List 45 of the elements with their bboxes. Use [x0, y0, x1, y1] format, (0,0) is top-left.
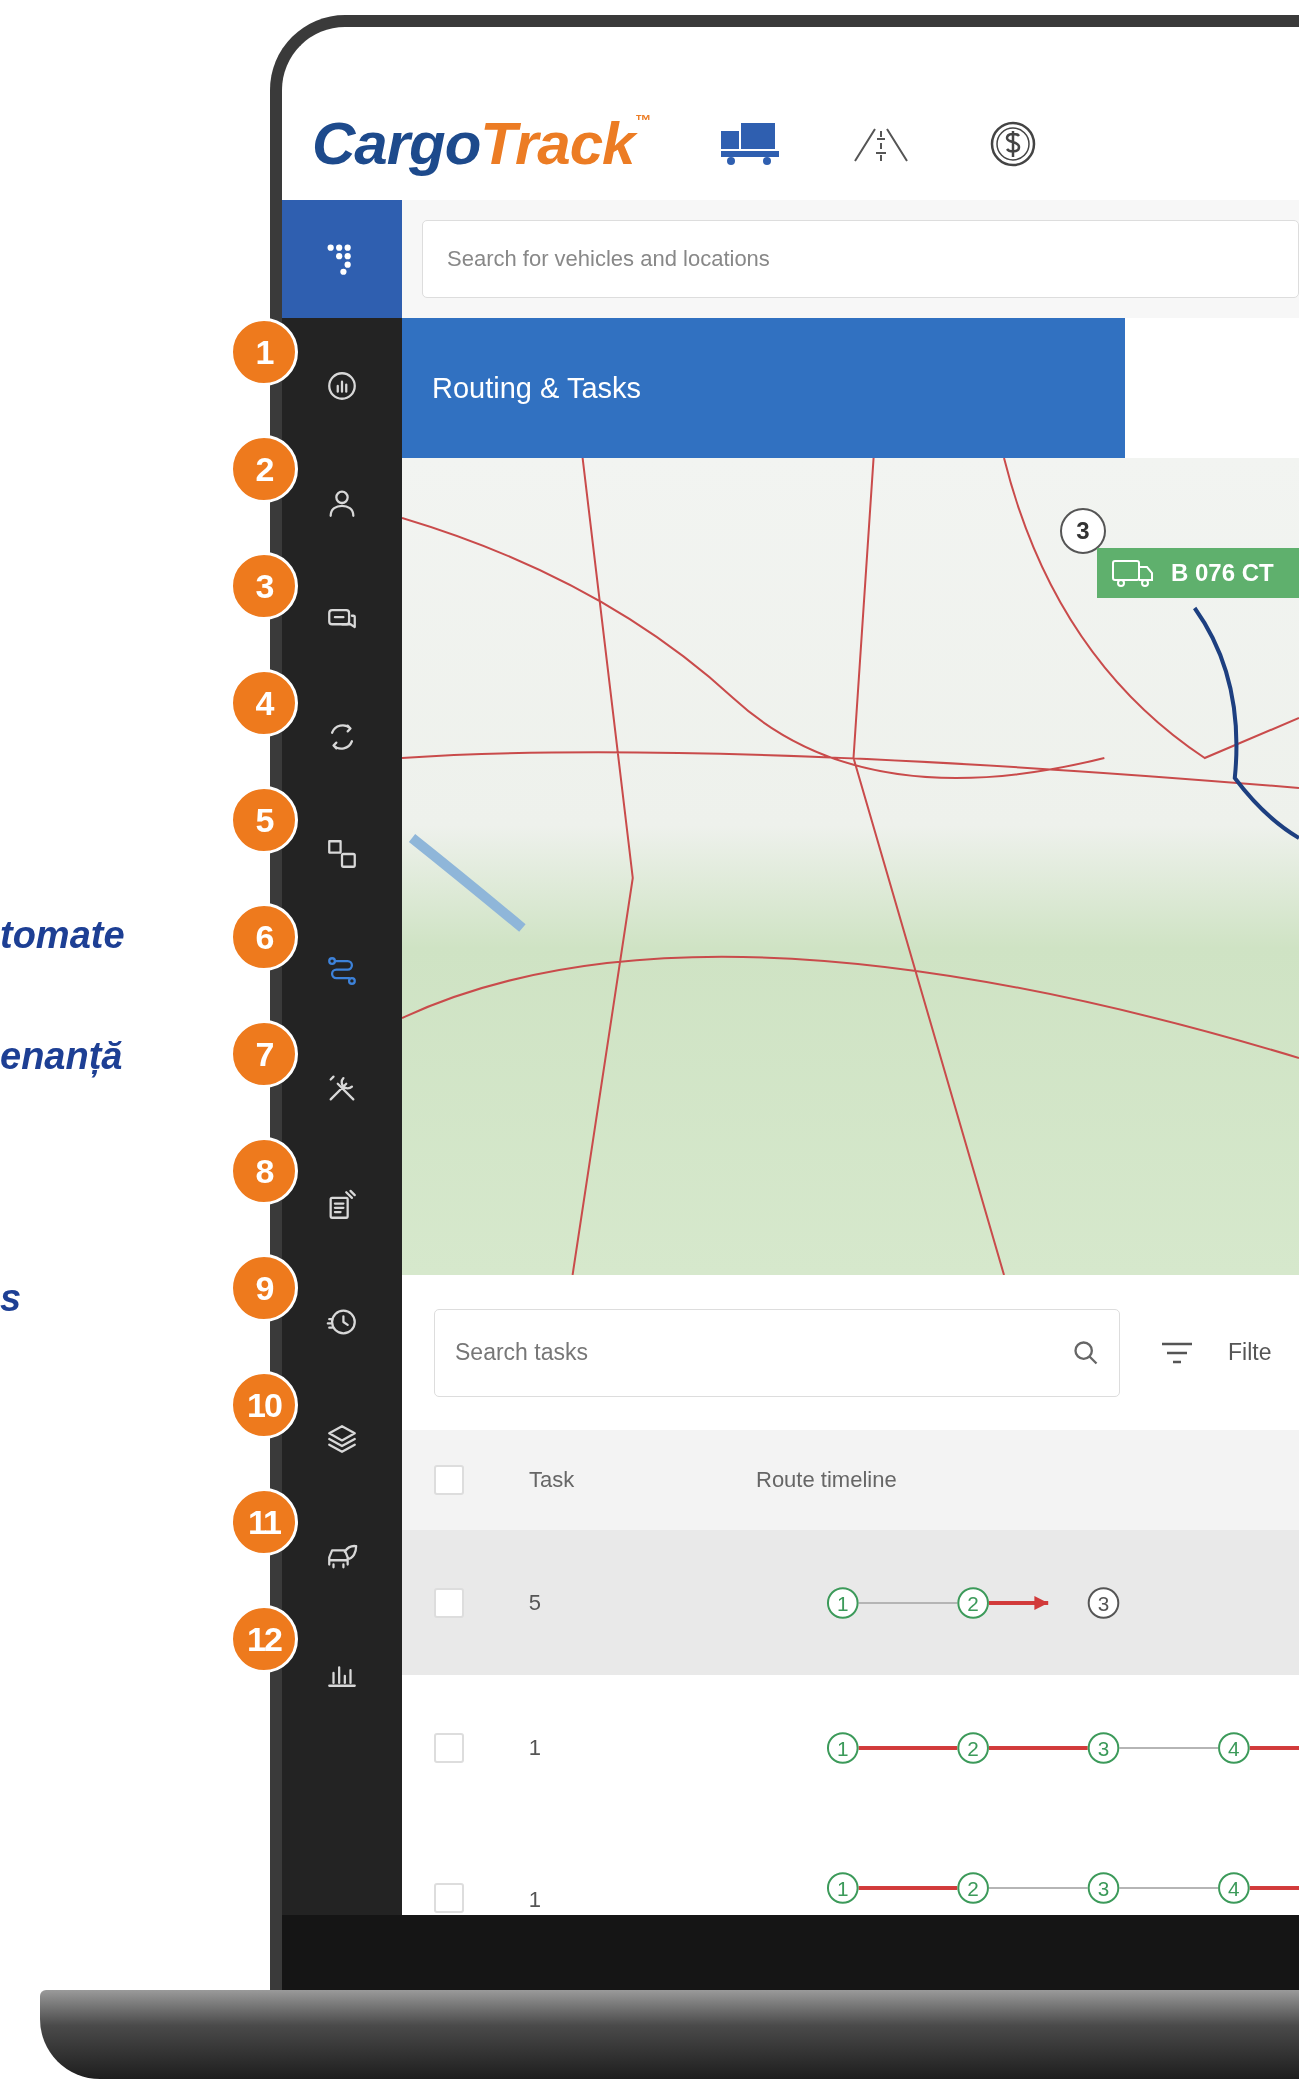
stop-marker: 1 — [826, 1586, 859, 1619]
truck-icon — [1111, 558, 1155, 588]
number-badge: 1 — [230, 318, 298, 386]
caption-text: enanță — [0, 1034, 123, 1079]
number-badge: 9 — [230, 1254, 298, 1322]
column-header[interactable]: Task — [529, 1467, 756, 1493]
number-badge: 10 — [230, 1371, 298, 1439]
number-badge: 5 — [230, 786, 298, 854]
number-badge: 12 — [230, 1605, 298, 1673]
page-title: Routing & Tasks — [402, 318, 1125, 458]
task-search-field[interactable]: Search tasks — [434, 1308, 1120, 1397]
map-placeholder[interactable]: 3 B 076 CT — [402, 458, 1299, 1275]
stop-marker: 3 — [1087, 1586, 1120, 1619]
search-field[interactable]: Search for vehicles and locations — [422, 220, 1299, 298]
stop-marker: 4 — [1218, 1872, 1250, 1904]
stop-marker: 1 — [826, 1731, 859, 1764]
app-logo[interactable]: CargoTrack$^{™}$ — [312, 109, 650, 178]
caption-text: tomate — [0, 913, 125, 958]
cluster-marker[interactable]: 3 — [1060, 508, 1106, 554]
select-all-checkbox[interactable] — [434, 1465, 464, 1495]
filter-button[interactable]: Filte — [1160, 1339, 1272, 1366]
number-badge: 11 — [230, 1488, 298, 1556]
stop-marker: 2 — [957, 1586, 989, 1619]
stop-marker: 2 — [957, 1872, 989, 1904]
number-badge: 8 — [230, 1137, 298, 1205]
number-badge: 7 — [230, 1020, 298, 1088]
stop-marker: 4 — [1218, 1731, 1250, 1764]
stop-marker: 3 — [1087, 1731, 1120, 1764]
row-checkbox[interactable] — [434, 1587, 464, 1618]
task-number: 1 — [528, 1887, 542, 1913]
stop-marker: 3 — [1087, 1872, 1120, 1904]
search-icon — [1072, 1338, 1100, 1367]
stop-marker: 2 — [957, 1731, 989, 1764]
task-number: 1 — [528, 1734, 542, 1761]
row-checkbox[interactable] — [434, 1732, 464, 1763]
number-badge: 4 — [230, 669, 298, 737]
task-row[interactable]: 5 1 2 3 — [402, 1530, 1299, 1675]
row-checkbox[interactable] — [434, 1883, 464, 1913]
stop-marker: 1 — [826, 1872, 859, 1904]
number-badge: 3 — [230, 552, 298, 620]
task-number: 5 — [528, 1589, 542, 1616]
number-badge: 2 — [230, 435, 298, 503]
number-badge: 6 — [230, 903, 298, 971]
caption-text: s — [0, 1276, 22, 1321]
column-header[interactable]: Route timeline — [756, 1467, 897, 1493]
